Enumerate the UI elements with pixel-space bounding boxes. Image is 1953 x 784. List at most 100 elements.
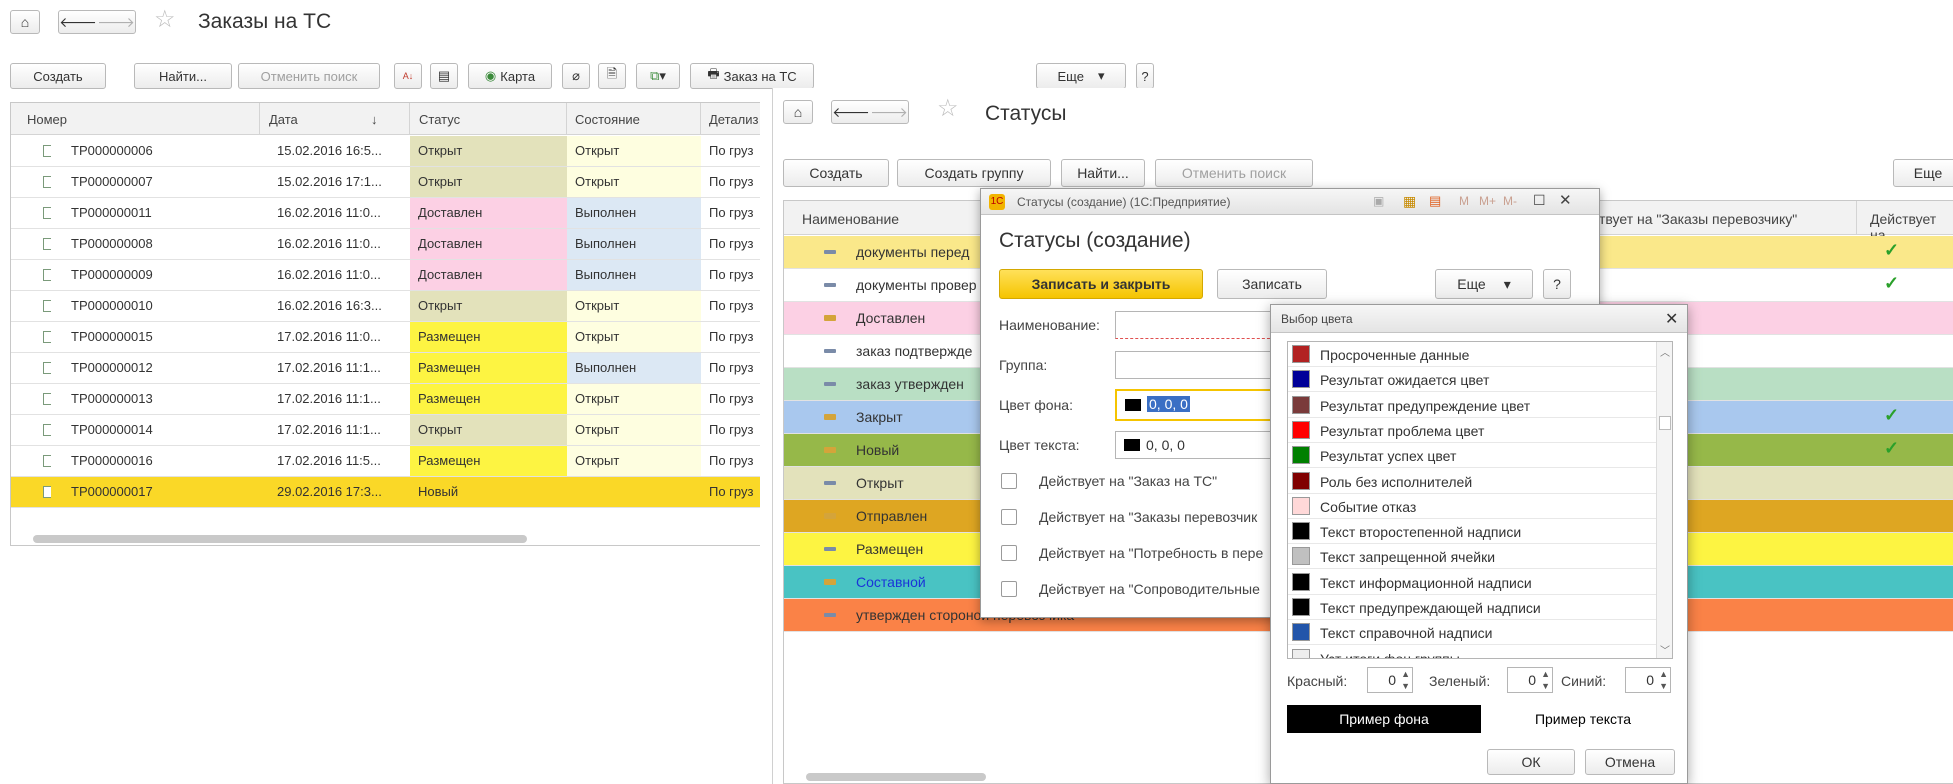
save-button[interactable]: Записать (1217, 269, 1327, 299)
calculator-icon[interactable]: ▦ (1403, 193, 1416, 210)
create-button[interactable]: Создать (783, 159, 889, 187)
col-status[interactable]: Статус (419, 112, 460, 127)
color-item[interactable]: Уст итоги фон группы (1288, 646, 1656, 658)
col-date[interactable]: Дата (269, 112, 298, 127)
close-icon[interactable]: ✕ (1665, 309, 1678, 329)
color-item[interactable]: Текст предупреждающей надписи (1288, 595, 1656, 620)
color-list[interactable]: Просроченные данные Результат ожидается ц… (1287, 341, 1673, 659)
color-swatch (1292, 648, 1310, 658)
memory-minus-button[interactable]: M- (1503, 194, 1517, 208)
home-button[interactable]: ⌂ (10, 10, 40, 34)
create-group-button[interactable]: Создать группу (897, 159, 1051, 187)
sort-az-icon[interactable]: A↓ (394, 63, 422, 89)
cell-number: ТР000000012 (71, 360, 153, 375)
help-button[interactable]: ? (1136, 63, 1154, 89)
text-sample: Пример текста (1534, 711, 1632, 727)
attachment-icon[interactable]: ⌀ (562, 63, 590, 89)
home-button[interactable]: ⌂ (783, 100, 813, 124)
col-carrier-orders[interactable]: ствует на "Заказы перевозчику" (1592, 211, 1797, 227)
help-button[interactable]: ? (1543, 269, 1571, 299)
map-button[interactable]: ◉ Карта (468, 63, 552, 89)
color-item[interactable]: Результат предупреждение цвет (1288, 393, 1656, 418)
cancel-search-button[interactable]: Отменить поиск (1155, 159, 1313, 187)
memory-plus-button[interactable]: M+ (1479, 194, 1496, 208)
document-icon (43, 331, 51, 343)
list-icon[interactable]: ▤ (430, 63, 458, 89)
checkbox-demand[interactable] (1001, 545, 1017, 561)
cell-state: Выполнен (567, 229, 701, 259)
col-name[interactable]: Наименование (802, 211, 899, 227)
more-dropdown[interactable]: Еще ▾ (1036, 63, 1126, 89)
color-item[interactable]: Результат проблема цвет (1288, 418, 1656, 443)
color-item[interactable]: Текст запрещенной ячейки (1288, 544, 1656, 570)
table-row[interactable]: ТР000000012 17.02.2016 11:1... Размещен Вып… (11, 353, 760, 384)
close-icon[interactable]: ✕ (1559, 191, 1572, 209)
print-order-button[interactable]: 🖶 Заказ на ТС (690, 63, 814, 89)
favorite-star-icon[interactable]: ☆ (937, 94, 959, 123)
red-spinner[interactable]: 0 ▲ ▼ (1367, 667, 1413, 693)
spinner-arrows-icon[interactable]: ▲ ▼ (1541, 668, 1550, 692)
col-number[interactable]: Номер (27, 112, 67, 127)
table-row[interactable]: ТР000000016 17.02.2016 11:5... Размещен Отк… (11, 446, 760, 477)
scroll-up-icon[interactable]: ︿ (1660, 344, 1670, 359)
favorite-star-icon[interactable]: ☆ (154, 5, 176, 34)
color-item[interactable]: Просроченные данные (1288, 342, 1656, 367)
table-row[interactable]: ТР000000015 17.02.2016 11:0... Размещен Отк… (11, 322, 760, 353)
ok-button[interactable]: ОК (1487, 749, 1575, 775)
document-icon[interactable]: 🗎 (598, 63, 626, 89)
table-row[interactable]: ТР000000008 16.02.2016 11:0... Доставлен Вы… (11, 229, 760, 260)
forward-arrow-icon[interactable]: 🡒 (97, 14, 135, 31)
table-row[interactable]: ТР000000014 17.02.2016 11:1... Открыт Откры… (11, 415, 760, 446)
history-nav: 🡐 🡒 (831, 100, 909, 124)
checkbox-accompanying[interactable] (1001, 581, 1017, 597)
table-row[interactable]: ТР000000017 29.02.2016 17:3... Новый По гру… (11, 477, 760, 508)
maximize-icon[interactable]: ☐ (1533, 192, 1546, 209)
color-item[interactable]: Текст второстепенной надписи (1288, 519, 1656, 545)
memory-m-button[interactable]: M (1459, 194, 1469, 208)
cancel-search-button[interactable]: Отменить поиск (238, 63, 380, 89)
text-color-field[interactable]: 0, 0, 0 (1115, 431, 1275, 459)
green-spinner[interactable]: 0 ▲ ▼ (1507, 667, 1553, 693)
col-detail[interactable]: Детализ (709, 112, 758, 127)
table-row[interactable]: ТР000000006 15.02.2016 16:5... Открыт Откры… (11, 136, 760, 167)
vertical-scrollbar[interactable]: ︿ ﹀ (1656, 342, 1672, 658)
checkbox-carrier-orders[interactable] (1001, 509, 1017, 525)
table-row[interactable]: ТР000000007 15.02.2016 17:1... Открыт Откры… (11, 167, 760, 198)
table-row[interactable]: ТР000000011 16.02.2016 11:0... Доставлен Вы… (11, 198, 760, 229)
more-button[interactable]: Еще (1893, 159, 1953, 187)
related-docs-dropdown[interactable]: ⧉ ▾ (636, 63, 680, 89)
back-arrow-icon[interactable]: 🡐 (59, 14, 97, 31)
blue-spinner[interactable]: 0 ▲ ▼ (1625, 667, 1671, 693)
find-button[interactable]: Найти... (134, 63, 232, 89)
forward-arrow-icon[interactable]: 🡒 (870, 104, 908, 121)
color-item[interactable]: Текст информационной надписи (1288, 570, 1656, 595)
table-row[interactable]: ТР000000009 16.02.2016 11:0... Доставлен Вы… (11, 260, 760, 291)
color-item[interactable]: Роль без исполнителей (1288, 469, 1656, 494)
col-state[interactable]: Состояние (575, 112, 640, 127)
bg-color-field[interactable]: 0, 0, 0 (1115, 389, 1275, 421)
checkbox-order-ts[interactable] (1001, 473, 1017, 489)
scroll-thumb[interactable] (1659, 416, 1671, 430)
back-arrow-icon[interactable]: 🡐 (832, 104, 870, 121)
create-button[interactable]: Создать (10, 63, 106, 89)
horizontal-scrollbar[interactable] (33, 535, 527, 543)
more-dropdown[interactable]: Еще ▾ (1435, 269, 1533, 299)
spinner-arrows-icon[interactable]: ▲ ▼ (1659, 668, 1668, 692)
lock-icon[interactable]: ▣ (1373, 194, 1384, 208)
color-item[interactable]: Текст справочной надписи (1288, 620, 1656, 646)
name-input[interactable] (1115, 311, 1275, 339)
color-item[interactable]: Событие отказ (1288, 494, 1656, 519)
cell-status: Размещен (410, 446, 567, 476)
spinner-arrows-icon[interactable]: ▲ ▼ (1401, 668, 1410, 692)
color-item[interactable]: Результат успех цвет (1288, 443, 1656, 469)
scroll-down-icon[interactable]: ﹀ (1660, 642, 1670, 657)
group-input[interactable] (1115, 351, 1275, 379)
color-item[interactable]: Результат ожидается цвет (1288, 367, 1656, 393)
table-row[interactable]: ТР000000013 17.02.2016 11:1... Размещен Отк… (11, 384, 760, 415)
save-and-close-button[interactable]: Записать и закрыть (999, 269, 1203, 299)
horizontal-scrollbar[interactable] (806, 773, 986, 781)
cancel-button[interactable]: Отмена (1585, 749, 1675, 775)
table-row[interactable]: ТР000000010 16.02.2016 16:3... Открыт Откры… (11, 291, 760, 322)
calendar-icon[interactable]: ▤ (1429, 193, 1441, 209)
find-button[interactable]: Найти... (1061, 159, 1145, 187)
